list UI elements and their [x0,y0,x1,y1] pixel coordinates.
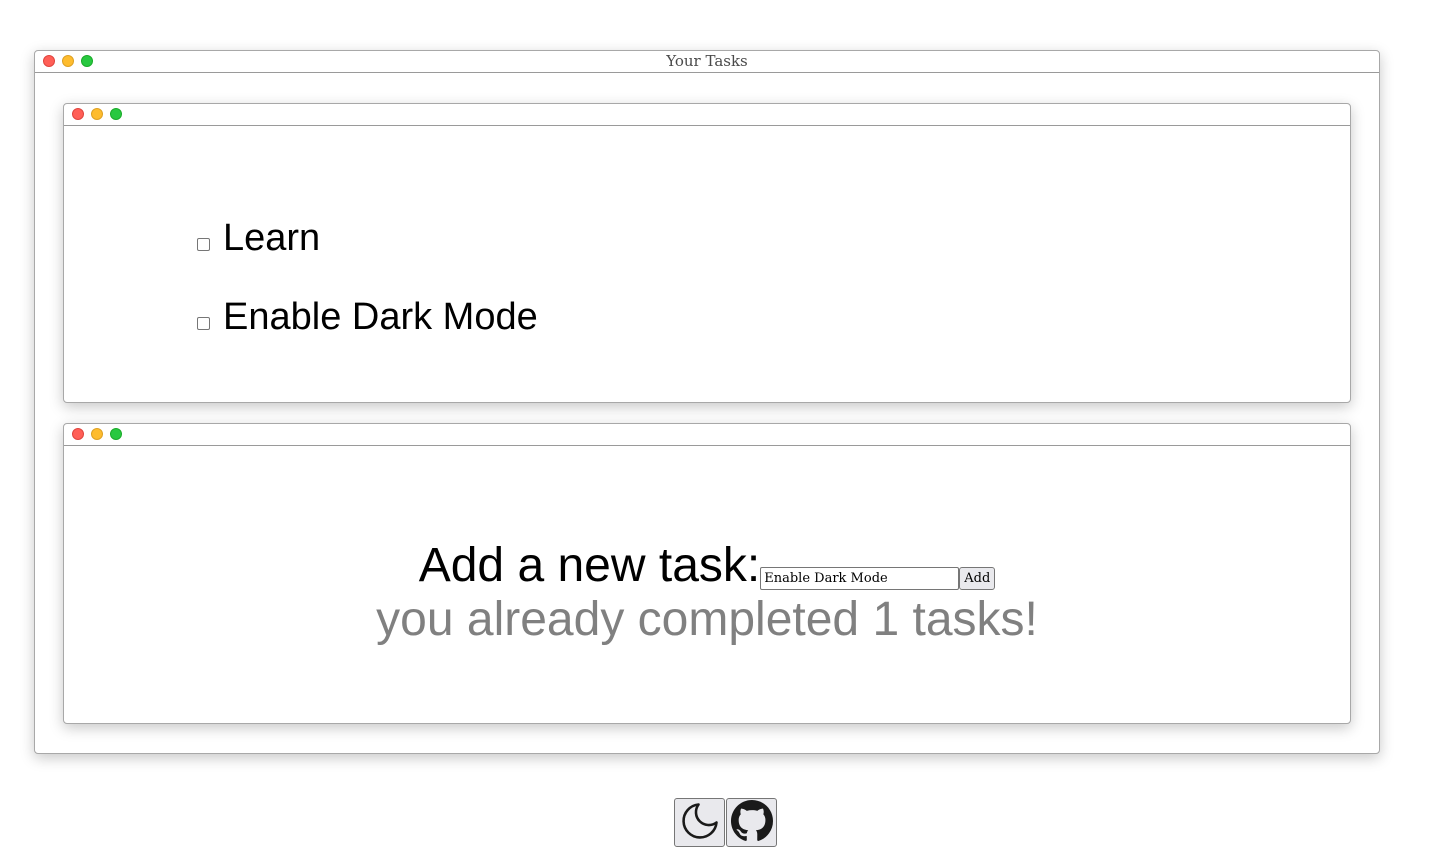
close-window-button[interactable] [72,428,84,440]
window-title: Your Tasks [666,52,748,70]
completed-count-message: you already completed 1 tasks! [376,593,1038,646]
task-checkbox[interactable] [197,237,210,251]
window-controls [72,108,122,120]
task-list-window: Learn Enable Dark Mode [63,103,1351,403]
task-checkbox[interactable] [197,316,210,330]
task-label: Learn [223,217,321,259]
dark-mode-toggle-button[interactable] [674,798,725,847]
footer-toolbar [674,798,777,847]
new-task-input[interactable] [760,567,960,590]
maximize-window-button[interactable] [110,428,122,440]
task-item[interactable]: Enable Dark Mode [197,295,538,339]
moon-icon [678,799,722,846]
task-item[interactable]: Learn [197,216,320,260]
task-label: Enable Dark Mode [223,296,538,338]
github-link-button[interactable] [726,798,777,847]
maximize-window-button[interactable] [110,108,122,120]
add-task-window: Add a new task: Add you already complete… [63,423,1351,724]
add-task-form: Add a new task: Add [64,539,1350,593]
task-list-titlebar[interactable] [64,104,1350,126]
close-window-button[interactable] [72,108,84,120]
add-task-button[interactable]: Add [959,567,996,590]
add-task-label: Add a new task: [418,539,761,592]
add-task-titlebar[interactable] [64,424,1350,446]
github-icon [730,800,773,845]
main-window-titlebar[interactable]: Your Tasks [35,51,1379,73]
window-controls [72,428,122,440]
minimize-window-button[interactable] [91,108,103,120]
minimize-window-button[interactable] [91,428,103,440]
